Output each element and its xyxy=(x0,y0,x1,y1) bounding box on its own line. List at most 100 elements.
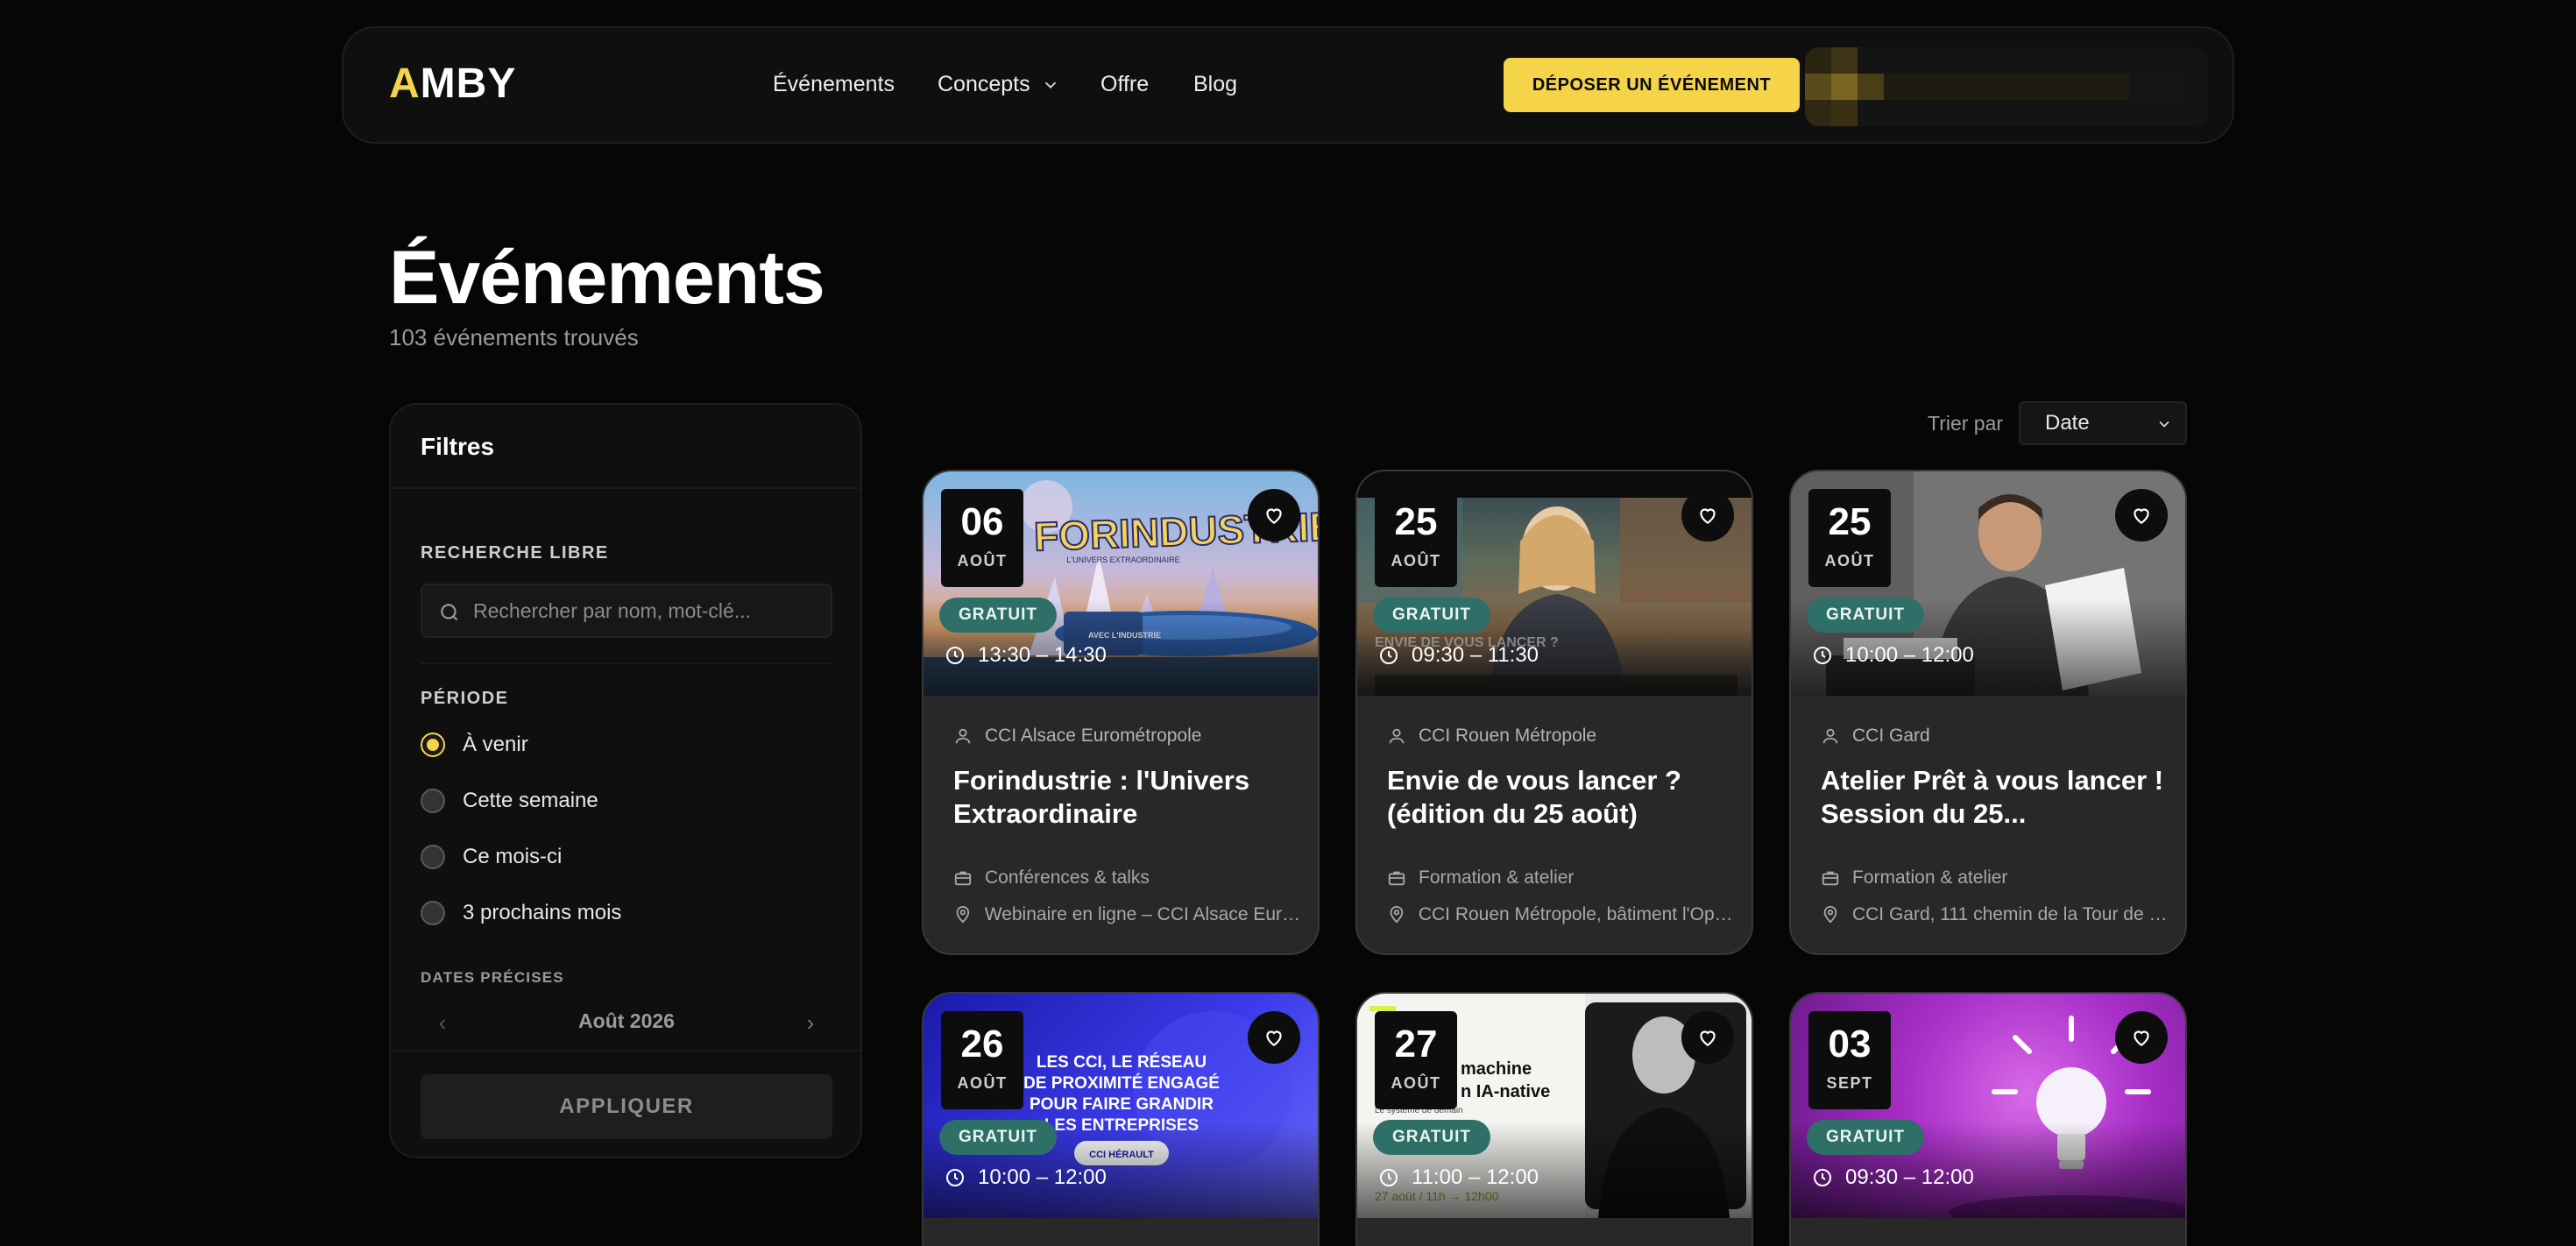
date-month: AOÛT xyxy=(1391,552,1441,570)
svg-text:POUR FAIRE GRANDIR: POUR FAIRE GRANDIR xyxy=(1030,1095,1214,1114)
event-organizer: CCI Alsace Eurométropole xyxy=(953,726,1201,747)
organizer-name: CCI Alsace Eurométropole xyxy=(985,726,1202,746)
radio-selected[interactable] xyxy=(421,733,445,757)
map-pin-icon xyxy=(956,906,970,924)
organizer-name: CCI Rouen Métropole xyxy=(1419,726,1597,746)
event-time-text: 09:30 – 11:30 xyxy=(1412,643,1539,667)
event-category-text: Formation & atelier xyxy=(1852,867,2008,888)
amby-logo[interactable]: AMBY xyxy=(389,63,516,105)
favorite-button[interactable] xyxy=(2115,1011,2168,1064)
event-organizer: CCI Gard xyxy=(1821,726,1930,747)
favorite-button[interactable] xyxy=(1248,489,1300,542)
radio[interactable] xyxy=(421,901,445,925)
user-profile-redacted[interactable] xyxy=(1805,47,2208,126)
briefcase-icon xyxy=(954,871,972,886)
date-day: 26 xyxy=(960,1023,1004,1065)
svg-text:27 août / 11h → 12h00: 27 août / 11h → 12h00 xyxy=(1375,1189,1499,1203)
svg-text:DE PROXIMITÉ ENGAGÉ: DE PROXIMITÉ ENGAGÉ xyxy=(1023,1073,1220,1093)
event-title[interactable]: Atelier Prêt à vous lancer ! Session du … xyxy=(1821,764,2171,831)
clock-icon xyxy=(1380,647,1398,664)
heart-icon xyxy=(1266,1030,1282,1046)
date-month: AOÛT xyxy=(1391,1074,1441,1092)
period-option-label: Ce mois-ci xyxy=(463,845,563,868)
briefcase-icon xyxy=(1388,871,1405,886)
sort-select[interactable]: Date xyxy=(2019,401,2187,445)
filters-title: Filtres xyxy=(421,433,495,460)
chevron-down-icon xyxy=(1044,81,1056,88)
user-icon xyxy=(1822,728,1838,744)
nav-evenements[interactable]: Événements xyxy=(773,72,895,97)
period-option-this-week[interactable]: Cette semaine xyxy=(421,789,598,813)
svg-text:machine: machine xyxy=(1461,1059,1532,1079)
filters-header: Filtres xyxy=(391,405,860,489)
chevron-down-icon xyxy=(2159,421,2169,428)
favorite-button[interactable] xyxy=(2115,489,2168,542)
price-badge: GRATUIT xyxy=(1373,598,1491,633)
event-title[interactable]: Forindustrie : l'Univers Extraordinaire xyxy=(953,764,1304,831)
precise-dates-label: DATES PRÉCISES xyxy=(421,969,564,986)
svg-text:AVEC L'INDUSTRIE: AVEC L'INDUSTRIE xyxy=(1088,631,1161,640)
nav-offre[interactable]: Offre xyxy=(1100,72,1149,97)
event-time: 13:30 – 14:30 xyxy=(945,643,1107,668)
svg-text:n IA-native: n IA-native xyxy=(1461,1082,1550,1101)
search-field[interactable] xyxy=(421,584,832,638)
price-badge: GRATUIT xyxy=(939,598,1058,633)
divider xyxy=(421,662,832,664)
heart-icon xyxy=(1700,1030,1716,1046)
date-badge: 25 AOÛT xyxy=(1808,489,1891,587)
heart-icon xyxy=(1700,508,1716,524)
event-card[interactable]: FORINDUSTRIE L'UNIVERS EXTRAORDINAIRE AV… xyxy=(922,470,1320,955)
event-card[interactable]: LES CCI, LE RÉSEAU DE PROXIMITÉ ENGAGÉ P… xyxy=(922,992,1320,1246)
apply-button[interactable]: APPLIQUER xyxy=(421,1074,832,1139)
period-option-label: Cette semaine xyxy=(463,789,598,812)
nav-blog-label: Blog xyxy=(1193,72,1238,96)
event-time-text: 10:00 – 12:00 xyxy=(1845,643,1974,667)
event-card[interactable]: 03 SEPT GRATUIT 09:30 – 12:00 xyxy=(1789,992,2187,1246)
search-icon xyxy=(441,604,458,621)
chevron-right-icon[interactable]: › xyxy=(797,1009,824,1036)
period-option-three-months[interactable]: 3 prochains mois xyxy=(421,901,621,925)
nav-blog[interactable]: Blog xyxy=(1193,72,1237,97)
date-day: 25 xyxy=(1394,500,1438,543)
calendar-nav: Août 2026 ‹ › xyxy=(421,1006,832,1041)
nav-concepts-label: Concepts xyxy=(938,72,1030,96)
period-option-upcoming[interactable]: À venir xyxy=(421,733,528,757)
radio[interactable] xyxy=(421,845,445,869)
period-option-this-month[interactable]: Ce mois-ci xyxy=(421,845,562,869)
event-card[interactable]: 25 AOÛT GRATUIT 10:00 – 12:00 CCI Gard A… xyxy=(1789,470,2187,955)
user-icon xyxy=(1389,728,1405,744)
svg-text:LES CCI, LE RÉSEAU: LES CCI, LE RÉSEAU xyxy=(1037,1052,1207,1072)
clock-icon xyxy=(1380,1169,1398,1186)
event-location: Webinaire en ligne – CCI Alsace Euro... xyxy=(953,904,1304,925)
event-time: 09:30 – 12:00 xyxy=(1812,1165,1974,1190)
chevron-left-icon[interactable]: ‹ xyxy=(429,1009,456,1036)
submit-event-button[interactable]: DÉPOSER UN ÉVÉNEMENT xyxy=(1504,58,1800,112)
favorite-button[interactable] xyxy=(1681,489,1734,542)
date-day: 03 xyxy=(1828,1023,1872,1065)
event-category: Formation & atelier xyxy=(1387,867,1737,888)
event-time-text: 13:30 – 14:30 xyxy=(978,643,1107,667)
price-badge: GRATUIT xyxy=(1373,1120,1491,1155)
clock-icon xyxy=(946,647,964,664)
sort-label: Trier par xyxy=(1928,412,2004,435)
event-time: 11:00 – 12:00 xyxy=(1378,1165,1539,1190)
apply-footer: APPLIQUER xyxy=(391,1050,860,1157)
event-location: CCI Gard, 111 chemin de la Tour de l'... xyxy=(1821,904,2171,925)
favorite-button[interactable] xyxy=(1248,1011,1300,1064)
event-organizer: CCI Rouen Métropole xyxy=(1387,726,1596,747)
event-location-text: CCI Rouen Métropole, bâtiment l'Ope... xyxy=(1418,904,1737,924)
clock-icon xyxy=(946,1169,964,1186)
date-month: AOÛT xyxy=(957,1074,1008,1092)
favorite-button[interactable] xyxy=(1681,1011,1734,1064)
event-card[interactable]: ENVIE DE VOUS LANCER ? 25 AOÛT GRATUIT 0… xyxy=(1355,470,1753,955)
date-badge: 26 AOÛT xyxy=(941,1011,1023,1109)
result-count: 103 événements trouvés xyxy=(389,324,639,350)
date-day: 06 xyxy=(960,500,1004,543)
search-input[interactable] xyxy=(473,585,824,636)
nav-concepts[interactable]: Concepts xyxy=(938,72,1060,97)
event-title[interactable]: Envie de vous lancer ? (édition du 25 ao… xyxy=(1387,764,1737,831)
search-label: RECHERCHE LIBRE xyxy=(421,543,609,563)
event-card[interactable]: machine n IA-native Le système de demain… xyxy=(1355,992,1753,1246)
event-category: Formation & atelier xyxy=(1821,867,2171,888)
radio[interactable] xyxy=(421,789,445,813)
